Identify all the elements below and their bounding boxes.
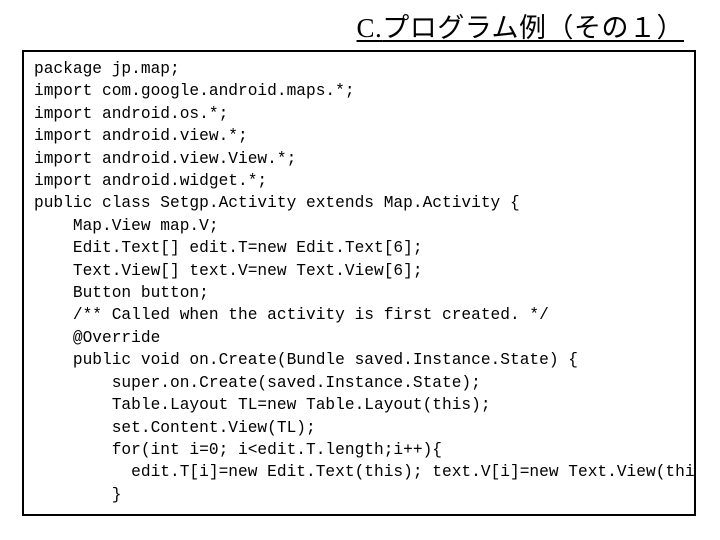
title-text: プログラム例（その１） [382,13,684,43]
code-listing: package jp.map; import com.google.androi… [34,58,684,506]
slide: C.プログラム例（その１） package jp.map; import com… [0,0,720,540]
page-title: C.プログラム例（その１） [357,6,684,45]
title-prefix: C. [357,13,383,43]
code-box: package jp.map; import com.google.androi… [22,50,696,516]
